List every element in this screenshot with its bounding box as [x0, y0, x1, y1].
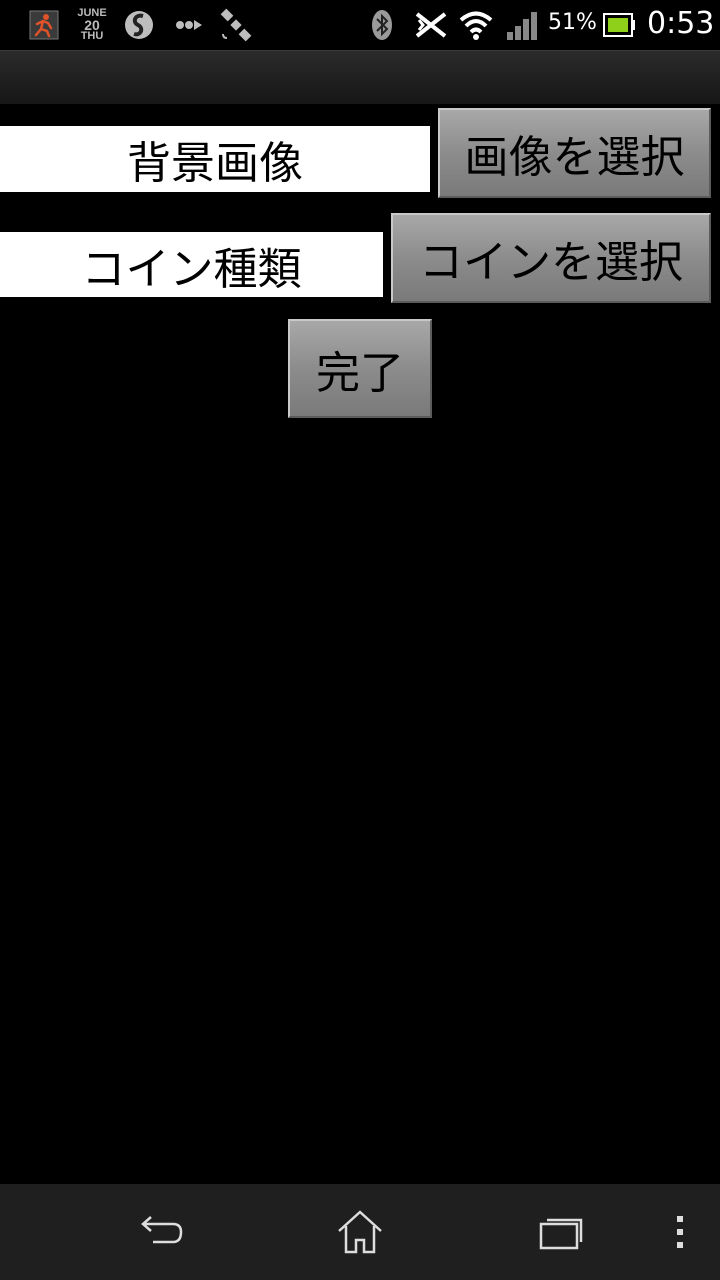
home-icon[interactable] [320, 1184, 400, 1280]
select-coin-button[interactable]: コインを選択 [391, 213, 711, 303]
status-bar: JUNE 20 THU 51% 0:53 [0, 0, 720, 50]
status-time: 0:53 [647, 6, 715, 41]
calendar-date-icon: JUNE 20 THU [77, 7, 107, 42]
settings-content: 背景画像 画像を選択 コイン種類 コインを選択 完了 [0, 104, 720, 1184]
battery-percent: 51% [548, 10, 597, 35]
select-image-button[interactable]: 画像を選択 [438, 108, 711, 198]
coin-type-label: コイン種類 [0, 232, 383, 297]
background-image-label: 背景画像 [0, 126, 430, 192]
satellite-gps-icon [218, 8, 254, 42]
data-transfer-icon [174, 8, 204, 42]
sync-app-icon [122, 8, 156, 42]
menu-icon[interactable] [660, 1184, 700, 1280]
nfc-icon [412, 8, 450, 42]
done-button[interactable]: 完了 [288, 319, 432, 418]
battery-icon [602, 8, 636, 42]
running-app-icon [28, 8, 60, 42]
action-bar [0, 50, 720, 105]
wifi-icon [458, 8, 494, 42]
back-icon[interactable] [120, 1184, 200, 1280]
recent-apps-icon[interactable] [520, 1184, 600, 1280]
navigation-bar [0, 1184, 720, 1280]
signal-icon [504, 8, 540, 42]
bluetooth-icon [370, 8, 394, 42]
